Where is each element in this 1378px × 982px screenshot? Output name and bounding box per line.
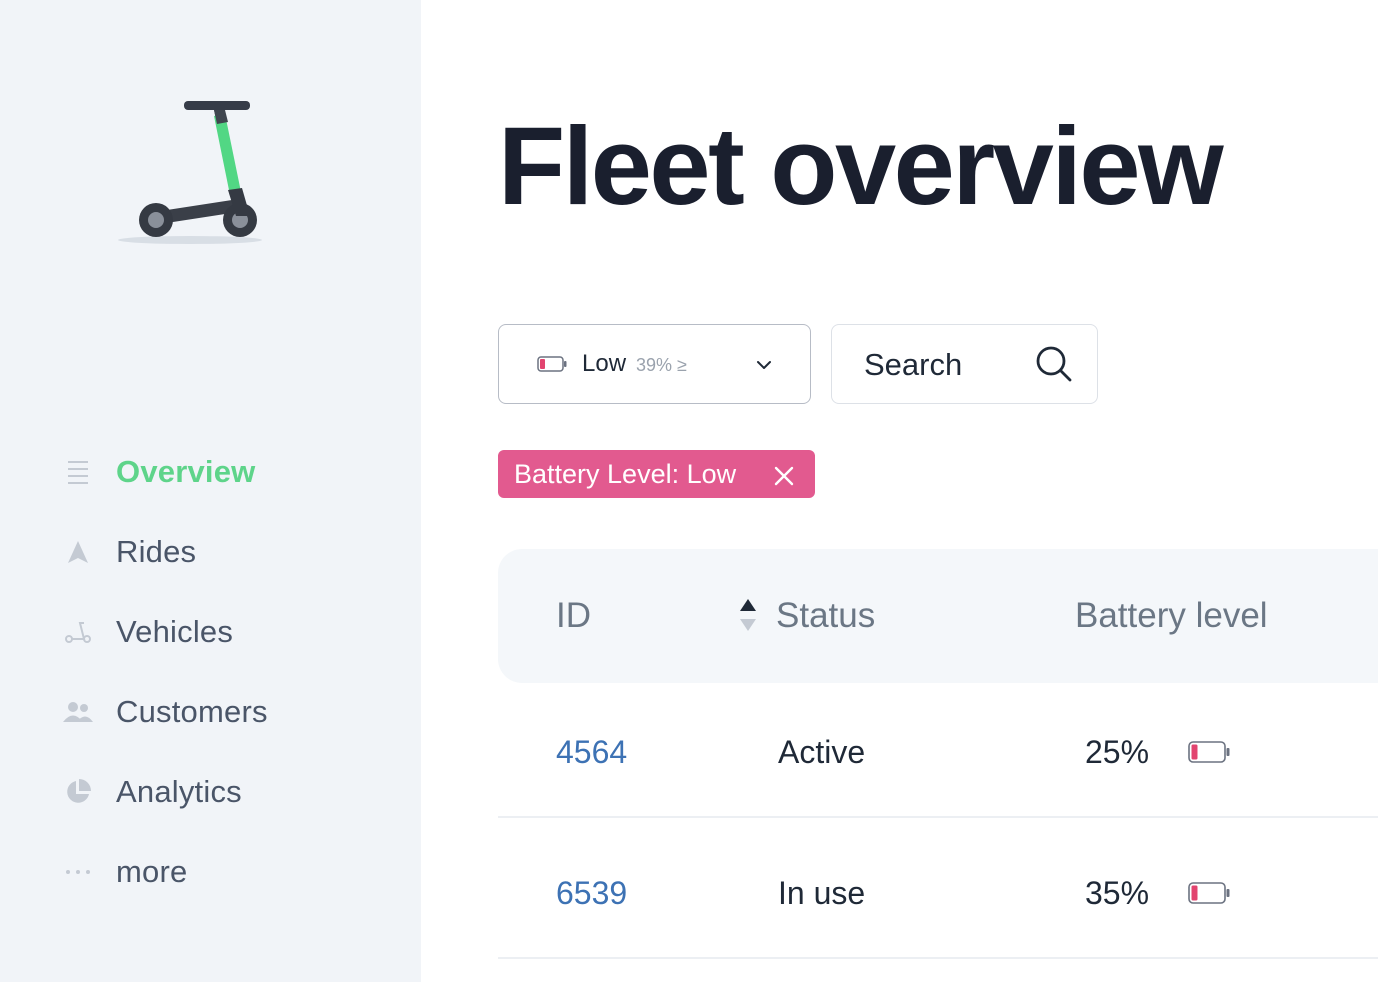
sidebar-item-label: Rides — [116, 534, 197, 569]
vehicle-id-link[interactable]: 6539 — [556, 875, 627, 912]
battery-low-icon — [1188, 741, 1230, 768]
sidebar-item-customers[interactable]: Customers — [62, 672, 402, 752]
navigation-arrow-icon — [62, 536, 94, 568]
sidebar-item-label: Analytics — [116, 774, 242, 809]
search-input[interactable]: Search — [831, 324, 1098, 404]
battery-percentage: 35% — [1085, 875, 1150, 911]
battery-percentage: 25% — [1085, 734, 1150, 770]
vehicle-id-link[interactable]: 4564 — [556, 734, 627, 771]
users-icon — [62, 696, 94, 728]
sidebar-item-more[interactable]: more — [62, 832, 402, 912]
sidebar-item-overview[interactable]: Overview — [62, 432, 402, 512]
table-row[interactable]: 4564 Active 25% — [498, 678, 1378, 818]
filter-hint: 39% ≥ — [636, 355, 687, 375]
sidebar-nav: Overview Rides Vehicles Customers Analyt… — [62, 432, 402, 912]
page-title: Fleet overview — [498, 105, 1224, 228]
battery-filter-select[interactable]: Low 39% ≥ — [498, 324, 811, 404]
battery-low-icon — [1188, 882, 1230, 909]
chevron-down-icon — [754, 355, 774, 375]
sort-icon[interactable] — [738, 597, 758, 633]
table-row[interactable]: 6539 In use 35% — [498, 819, 1378, 959]
search-icon[interactable] — [1035, 345, 1073, 383]
list-icon — [62, 456, 94, 488]
sidebar-item-label: Overview — [116, 454, 256, 489]
battery-low-icon — [537, 356, 567, 377]
table-header: ID Status Battery level — [498, 549, 1378, 683]
sidebar-item-rides[interactable]: Rides — [62, 512, 402, 592]
sidebar-item-label: Customers — [116, 694, 268, 729]
sidebar-item-vehicles[interactable]: Vehicles — [62, 592, 402, 672]
ellipsis-icon — [62, 856, 94, 888]
pie-chart-icon — [62, 776, 94, 808]
column-header-status[interactable]: Status — [776, 596, 875, 636]
scooter-logo — [110, 92, 270, 252]
sidebar: Overview Rides Vehicles Customers Analyt… — [0, 0, 421, 982]
chip-label: Battery Level: Low — [514, 458, 737, 489]
column-header-battery[interactable]: Battery level — [1075, 596, 1268, 636]
search-placeholder: Search — [864, 347, 963, 382]
sidebar-item-label: Vehicles — [116, 614, 234, 649]
vehicle-status: In use — [778, 875, 866, 911]
sidebar-item-analytics[interactable]: Analytics — [62, 752, 402, 832]
filter-selected-value: Low — [582, 350, 627, 377]
vehicle-status: Active — [778, 734, 866, 770]
sidebar-item-label: more — [116, 854, 188, 889]
close-icon[interactable] — [773, 463, 795, 486]
column-header-id[interactable]: ID — [556, 596, 591, 636]
scooter-icon — [62, 616, 94, 648]
active-filter-chip: Battery Level: Low — [498, 450, 815, 498]
